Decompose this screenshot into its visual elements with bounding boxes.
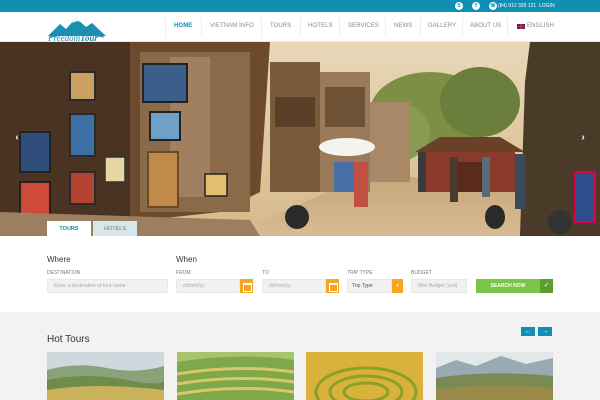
trip-type-label: TRIP TYPE xyxy=(347,270,373,276)
to-calendar-icon[interactable] xyxy=(326,279,339,293)
nav-services[interactable]: SERVICES xyxy=(348,23,379,29)
tab-hotels[interactable]: HOTELS xyxy=(93,221,137,236)
language-selector[interactable]: ENGLISH xyxy=(527,23,554,29)
from-label: FROM xyxy=(176,270,191,276)
hot-tours-title: Hot Tours xyxy=(47,334,90,345)
search-now-button[interactable]: SEARCH NOW xyxy=(476,279,540,293)
tour-image xyxy=(306,352,423,400)
nav-divider xyxy=(201,17,202,37)
nav-about-us[interactable]: ABOUT US xyxy=(470,23,501,29)
from-date-input[interactable]: dd/mm/yy xyxy=(176,279,240,293)
hot-tours-section: Hot Tours ← → xyxy=(0,312,600,400)
nav-divider xyxy=(165,17,166,37)
nav-divider xyxy=(462,17,463,37)
hot-tours-prev-button[interactable]: ← xyxy=(521,327,535,336)
nav-divider xyxy=(420,17,421,37)
nav-divider xyxy=(300,17,301,37)
yahoo-icon[interactable]: Y xyxy=(472,2,480,10)
hero-next-arrow[interactable]: › xyxy=(578,132,588,144)
hero-prev-arrow[interactable]: ‹ xyxy=(12,132,22,144)
destination-input[interactable]: Enter a destination or tour name xyxy=(47,279,168,293)
destination-label: DESTINATION xyxy=(47,270,81,276)
login-link[interactable]: LOGIN xyxy=(539,0,555,12)
trip-type-select[interactable]: Trip Type xyxy=(347,279,392,293)
tour-card[interactable] xyxy=(306,352,423,400)
nav-gallery[interactable]: GALLERY xyxy=(428,23,456,29)
budget-label: BUDGET xyxy=(411,270,432,276)
tour-card[interactable] xyxy=(436,352,553,400)
nav-vietnam-info[interactable]: VIETNAM INFO xyxy=(210,23,254,29)
tour-card[interactable] xyxy=(177,352,294,400)
nav-news[interactable]: NEWS xyxy=(394,23,412,29)
nav-tours[interactable]: TOURS xyxy=(270,23,291,29)
from-calendar-icon[interactable] xyxy=(240,279,253,293)
tour-image xyxy=(177,352,294,400)
tour-card[interactable] xyxy=(47,352,164,400)
to-label: TO xyxy=(262,270,269,276)
nav-hotels[interactable]: HOTELS xyxy=(308,23,333,29)
search-panel xyxy=(0,236,600,312)
budget-input[interactable]: Max Budget (usd) xyxy=(411,279,467,293)
top-bar: S Y ☏ (84) 912 335 121 LOGIN xyxy=(0,0,600,12)
to-date-input[interactable]: dd/mm/yy xyxy=(262,279,326,293)
hero-slider: ‹ › xyxy=(0,42,600,236)
hero-image-street xyxy=(0,42,600,236)
tab-tours[interactable]: TOURS xyxy=(47,221,91,236)
skype-icon[interactable]: S xyxy=(455,2,463,10)
uk-flag-icon xyxy=(517,24,525,29)
phone-number[interactable]: (84) 912 335 121 xyxy=(498,0,536,12)
chevron-down-icon[interactable]: ▾ xyxy=(392,279,403,293)
tour-image xyxy=(436,352,553,400)
nav-divider xyxy=(339,17,340,37)
nav-divider xyxy=(507,17,508,37)
when-title: When xyxy=(176,255,197,264)
nav-divider xyxy=(261,17,262,37)
phone-icon: ☏ xyxy=(489,2,497,10)
tour-image xyxy=(47,352,164,400)
nav-home[interactable]: HOME xyxy=(174,23,192,29)
check-icon[interactable]: ✓ xyxy=(540,279,553,293)
nav-divider xyxy=(385,17,386,37)
hot-tours-next-button[interactable]: → xyxy=(538,327,552,336)
where-title: Where xyxy=(47,255,71,264)
